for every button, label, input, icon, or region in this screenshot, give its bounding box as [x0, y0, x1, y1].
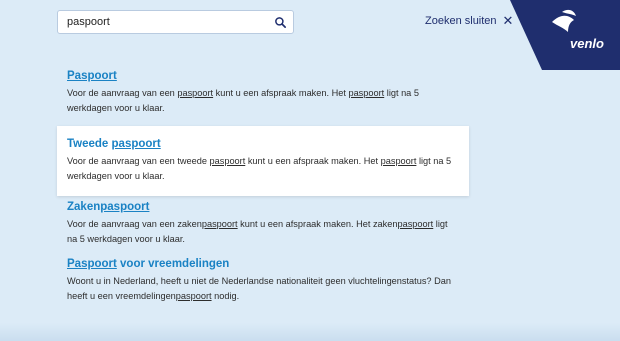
- title-text: voor vreemdelingen: [116, 258, 230, 270]
- desc-text: kunt u een afspraak maken. Het: [245, 156, 381, 166]
- svg-text:venlo: venlo: [570, 36, 604, 51]
- title-match: paspoort: [100, 201, 150, 213]
- desc-match: paspoort: [348, 88, 385, 98]
- search-input[interactable]: [67, 16, 257, 28]
- desc-match: paspoort: [201, 219, 238, 229]
- result-title-link[interactable]: Zakenpaspoort: [67, 201, 459, 213]
- result-title-link[interactable]: Paspoort: [67, 70, 459, 82]
- result-item[interactable]: Paspoort Voor de aanvraag van een paspoo…: [57, 67, 469, 124]
- result-title-link[interactable]: Tweede paspoort: [67, 138, 459, 150]
- search-results: Paspoort Voor de aanvraag van een paspoo…: [57, 67, 469, 312]
- desc-text: kunt u een afspraak maken. Het zaken: [237, 219, 398, 229]
- desc-match: paspoort: [175, 291, 212, 301]
- result-item[interactable]: Paspoort voor vreemdelingen Woont u in N…: [57, 255, 469, 312]
- result-description: Voor de aanvraag van een tweede paspoort…: [67, 154, 459, 184]
- desc-text: Voor de aanvraag van een: [67, 88, 178, 98]
- result-item[interactable]: Zakenpaspoort Voor de aanvraag van een z…: [57, 198, 469, 255]
- result-description: Woont u in Nederland, heeft u niet de Ne…: [67, 274, 459, 304]
- desc-text: nodig.: [211, 291, 240, 301]
- title-text: Tweede: [67, 138, 112, 150]
- bottom-fade: [0, 323, 620, 341]
- desc-text: kunt u een afspraak maken. Het: [213, 88, 349, 98]
- desc-match: paspoort: [380, 156, 417, 166]
- result-title-link[interactable]: Paspoort voor vreemdelingen: [67, 258, 459, 270]
- title-match: paspoort: [111, 138, 161, 150]
- title-match: Paspoort: [67, 258, 117, 270]
- desc-match: paspoort: [177, 88, 214, 98]
- close-search-label: Zoeken sluiten: [425, 14, 497, 27]
- desc-text: Voor de aanvraag van een zaken: [67, 219, 202, 229]
- close-search-button[interactable]: Zoeken sluiten ✕: [425, 14, 513, 27]
- desc-match: paspoort: [209, 156, 246, 166]
- title-match: Paspoort: [67, 70, 117, 82]
- desc-text: Woont u in Nederland, heeft u niet de Ne…: [67, 276, 451, 301]
- venlo-logo[interactable]: venlo: [510, 0, 620, 70]
- result-item-active[interactable]: Tweede paspoort Voor de aanvraag van een…: [57, 126, 469, 196]
- result-description: Voor de aanvraag van een zakenpaspoort k…: [67, 217, 459, 247]
- result-description: Voor de aanvraag van een paspoort kunt u…: [67, 86, 459, 116]
- title-text: Zaken: [67, 201, 101, 213]
- desc-match: paspoort: [397, 219, 434, 229]
- search-box[interactable]: [57, 10, 294, 34]
- search-icon[interactable]: [274, 16, 287, 29]
- desc-text: Voor de aanvraag van een tweede: [67, 156, 210, 166]
